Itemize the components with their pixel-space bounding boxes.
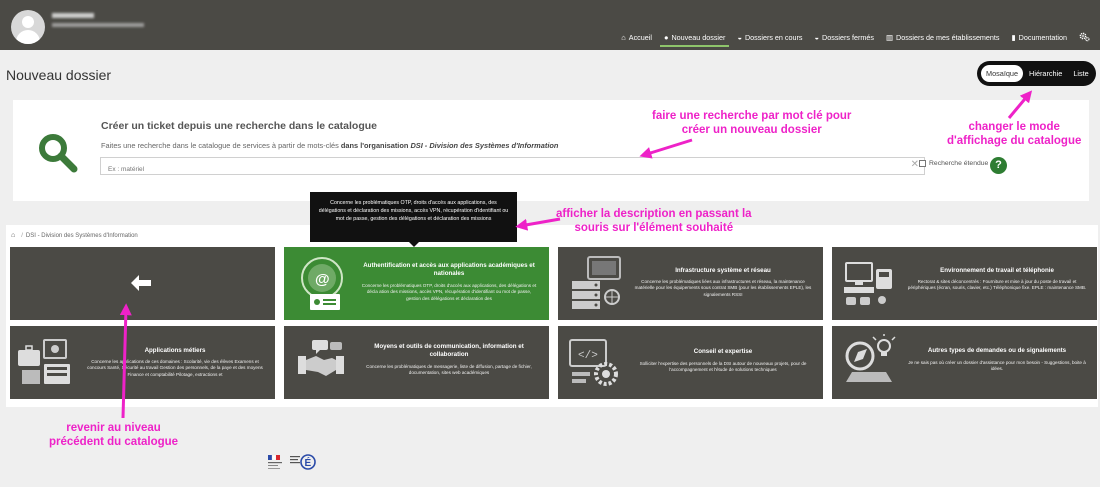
svg-text:</>: </>	[578, 350, 598, 362]
extended-search-checkbox[interactable]	[919, 160, 926, 167]
workstation-phone-icon	[844, 262, 892, 305]
tile-description: Rectorat & sites déconcentrés : Fournitu…	[907, 279, 1087, 291]
search-desc-text: Faites une recherche dans le catalogue d…	[101, 141, 341, 150]
catalog-tile-authentification[interactable]: @ Authentification et accès aux applicat…	[284, 247, 549, 320]
tile-title: Environnement de travail et téléphonie	[940, 267, 1054, 274]
building-icon: ▥	[885, 32, 894, 42]
nav-item-label: Nouveau dossier	[671, 32, 726, 42]
nav-item-dossiers-fermes[interactable]: ◒ Dossiers fermés	[815, 33, 874, 42]
nav-item-dossiers-en-cours[interactable]: ◒ Dossiers en cours	[737, 33, 802, 42]
tile-title: Autres types de demandes ou de signaleme…	[927, 347, 1067, 354]
search-desc-organisation: DSI - Division des Systèmes d'Informatio…	[410, 141, 559, 150]
chat-icon: ◒	[737, 32, 742, 42]
tile-description-tooltip: Concerne les problématiques OTP, droits …	[310, 192, 517, 247]
search-desc-bold: dans l'organisation	[340, 141, 411, 150]
view-mode-hierarchie[interactable]: Hiérarchie	[1024, 65, 1067, 82]
nav-item-dossiers-etablissements[interactable]: ▥ Dossiers de mes établissements	[886, 33, 1000, 42]
nav-item-label: Dossiers de mes établissements	[896, 32, 1000, 42]
annotation-view-mode: changer le mode d'affichage du catalogue	[947, 120, 1081, 149]
tile-title: Authentification et accès aux applicatio…	[363, 262, 535, 278]
catalog-search-card: Créer un ticket depuis une recherche dan…	[13, 100, 1089, 201]
nav-item-documentation[interactable]: ▮ Documentation	[1012, 33, 1067, 42]
book-icon: ▮	[1011, 32, 1016, 42]
catalog-tile-autres-demandes[interactable]: Autres types de demandes ou de signaleme…	[832, 326, 1097, 399]
nav-item-label: Dossiers en cours	[744, 32, 803, 42]
tile-description: Je ne sais pas où créer un dossier d'ass…	[908, 360, 1086, 372]
annotation-line: changer le mode d'affichage du catalogue	[947, 121, 1082, 148]
tile-title: Applications métiers	[144, 347, 206, 354]
ministry-logo: É	[268, 454, 316, 470]
blurred-user-name	[52, 13, 94, 18]
id-card-icon: @	[301, 257, 343, 310]
extended-search-option[interactable]: Recherche étendue	[919, 160, 988, 167]
catalog-tile-communication[interactable]: Moyens et outils de communication, infor…	[284, 326, 549, 399]
clear-icon[interactable]: ✕	[911, 159, 919, 170]
main-nav: ⌂ Accueil ● Nouveau dossier ◒ Dossiers e…	[609, 30, 1090, 47]
nav-item-label: Accueil	[628, 32, 652, 42]
tile-title: Moyens et outils de communication, infor…	[374, 343, 524, 359]
handshake-chat-icon	[298, 340, 344, 376]
tile-title: Conseil et expertise	[693, 348, 753, 355]
back-arrow-icon	[130, 274, 152, 298]
svg-text:@: @	[315, 271, 330, 288]
breadcrumb-separator: /	[21, 232, 23, 239]
view-mode-toggle: Mosaïque Hiérarchie Liste	[977, 61, 1096, 86]
tile-description: Concerne les problématiques liées aux in…	[634, 279, 812, 297]
tile-description: Concerne les problématiques OTP, droits …	[361, 283, 537, 301]
view-mode-mosaique[interactable]: Mosaïque	[981, 65, 1024, 82]
business-apps-icon	[18, 339, 70, 384]
search-card-title: Créer un ticket depuis une recherche dan…	[101, 120, 378, 132]
catalog-tile-conseil-expertise[interactable]: </> Conseil et expertise Solliciter l'ex…	[558, 326, 823, 399]
breadcrumb: ⌂ / DSI - Division des Systèmes d'Inform…	[11, 232, 138, 239]
back-tile[interactable]	[10, 247, 275, 320]
annotation-line: faire une recherche par mot clé pour cré…	[652, 110, 852, 137]
annotation-search: faire une recherche par mot clé pour cré…	[652, 109, 851, 138]
extended-search-label: Recherche étendue	[929, 160, 989, 167]
page-title: Nouveau dossier	[6, 67, 112, 83]
catalog-search-field: ✕	[100, 157, 925, 178]
catalog-search-input[interactable]	[101, 161, 891, 178]
compass-idea-icon	[845, 334, 896, 382]
nav-item-label: Dossiers fermés	[822, 32, 874, 42]
code-gear-icon: </>	[569, 339, 618, 386]
search-card-description: Faites une recherche dans le catalogue d…	[101, 141, 558, 150]
help-icon[interactable]: ?	[990, 157, 1007, 174]
top-navigation-bar: ⌂ Accueil ● Nouveau dossier ◒ Dossiers e…	[0, 0, 1100, 50]
catalog-panel: ⌂ / DSI - Division des Systèmes d'Inform…	[6, 225, 1098, 407]
tile-description: Solliciter l'expertise des personnels de…	[639, 361, 807, 373]
svg-text:É: É	[305, 456, 312, 469]
nav-item-nouveau-dossier[interactable]: ● Nouveau dossier	[659, 32, 730, 47]
annotation-tooltip: afficher la description en passant la so…	[556, 207, 752, 236]
circle-plus-icon: ●	[663, 32, 669, 42]
chat-icon: ◒	[814, 32, 820, 42]
view-mode-liste[interactable]: Liste	[1068, 65, 1093, 82]
tile-description: Concerne les applications de ces domaine…	[87, 359, 263, 377]
settings-button[interactable]	[1079, 32, 1090, 42]
annotation-back: revenir au niveau précédent du catalogue	[49, 421, 178, 450]
catalog-tile-applications-metiers[interactable]: Applications métiers Concerne les applic…	[10, 326, 275, 399]
annotation-line: revenir au niveau précédent du catalogue	[49, 422, 179, 449]
server-network-icon	[572, 256, 621, 309]
tile-title: Infrastructure système et réseau	[675, 267, 771, 274]
catalog-tile-infrastructure[interactable]: Infrastructure système et réseau Concern…	[558, 247, 823, 320]
breadcrumb-item[interactable]: DSI - Division des Systèmes d'Informatio…	[26, 233, 138, 239]
catalog-tile-environnement[interactable]: Environnement de travail et téléphonie R…	[832, 247, 1097, 320]
search-icon	[39, 134, 78, 173]
gears-icon	[1079, 32, 1090, 42]
nav-item-accueil[interactable]: ⌂ Accueil	[621, 33, 652, 42]
home-icon[interactable]: ⌂	[11, 232, 15, 239]
annotation-line: afficher la description en passant la so…	[556, 208, 752, 235]
blurred-user-detail	[52, 23, 144, 27]
avatar[interactable]	[11, 10, 45, 44]
tile-description: Concerne les problématiques de messageri…	[366, 364, 532, 376]
home-icon: ⌂	[621, 32, 626, 42]
nav-item-label: Documentation	[1018, 32, 1067, 42]
